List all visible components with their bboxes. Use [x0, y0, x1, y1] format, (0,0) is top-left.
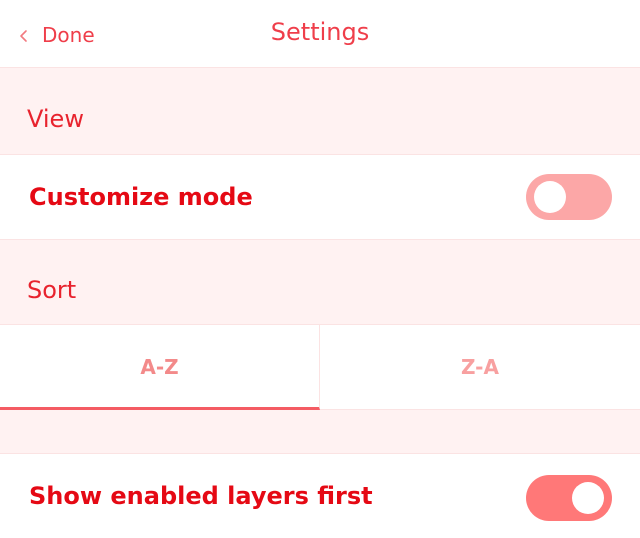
customize-mode-label: Customize mode	[29, 183, 253, 211]
section-header-view: View	[0, 68, 640, 155]
sort-segmented-control: A-Z Z-A	[0, 324, 640, 410]
page-title: Settings	[270, 18, 370, 46]
show-enabled-first-toggle[interactable]	[526, 475, 612, 521]
show-enabled-first-row: Show enabled layers first	[0, 453, 640, 538]
customize-mode-toggle[interactable]	[526, 174, 612, 220]
sort-option-a-z-label: A-Z	[140, 355, 179, 379]
section-title-view: View	[27, 105, 84, 133]
sort-option-z-a[interactable]: Z-A	[320, 325, 640, 410]
sort-option-z-a-label: Z-A	[461, 355, 499, 379]
customize-mode-row: Customize mode	[0, 154, 640, 240]
section-spacer	[0, 410, 640, 454]
show-enabled-first-label: Show enabled layers first	[29, 482, 373, 510]
section-title-sort: Sort	[27, 276, 77, 304]
sort-option-a-z[interactable]: A-Z	[0, 325, 320, 410]
toggle-knob	[534, 181, 566, 213]
section-header-sort: Sort	[0, 240, 640, 325]
settings-screen: Done Settings View Customize mode Sort A…	[0, 0, 640, 538]
navigation-bar: Done Settings	[0, 0, 640, 68]
toggle-knob	[572, 482, 604, 514]
